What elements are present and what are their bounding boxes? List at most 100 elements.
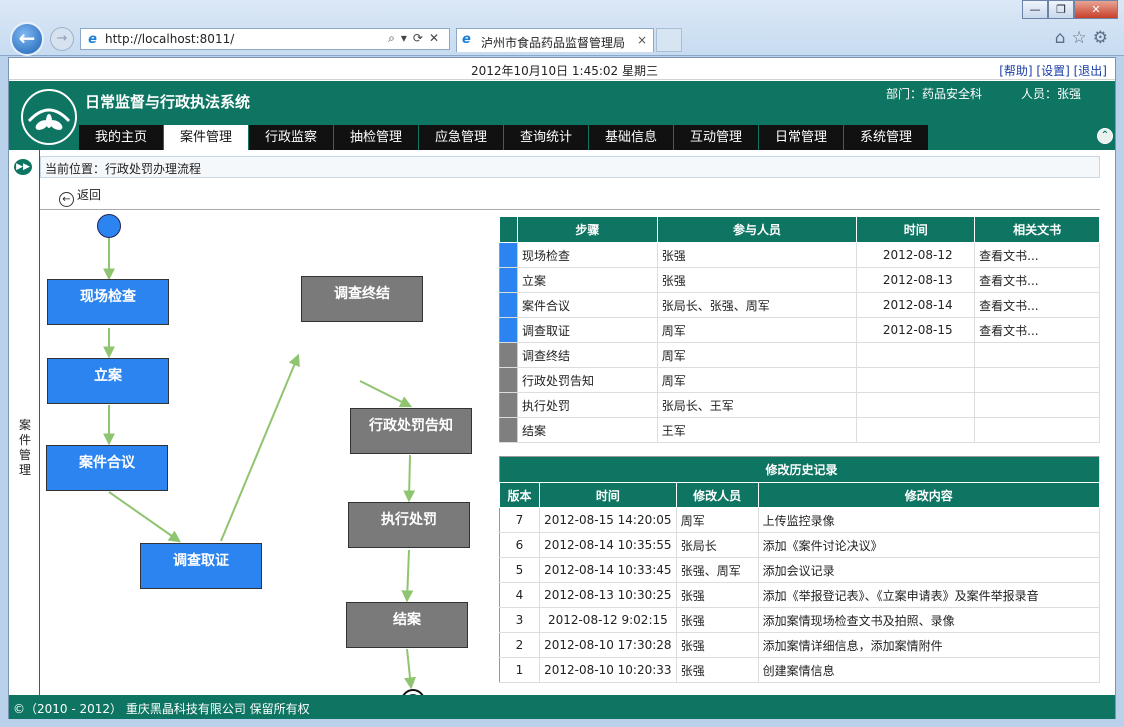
home-star-gear-icons[interactable]: ⌂☆⚙: [1055, 28, 1114, 48]
step-name: 行政处罚告知: [517, 367, 658, 393]
menu-item-interaction[interactable]: 互动管理: [674, 125, 758, 150]
step-doc: [974, 367, 1100, 393]
history-version: 1: [499, 657, 540, 683]
table-row: 案件合议 张局长、张强、周军 2012-08-14 查看文书...: [499, 292, 1100, 318]
history-user: 张强: [676, 632, 759, 658]
minimize-button[interactable]: —: [1022, 0, 1048, 19]
view-doc-link[interactable]: 查看文书...: [974, 267, 1100, 293]
status-marker: [499, 367, 518, 393]
step-name: 结案: [517, 417, 658, 443]
flow-node-inspection[interactable]: 现场检查: [47, 279, 169, 325]
history-time: 2012-08-10 10:20:33: [539, 657, 677, 683]
help-link[interactable]: [帮助]: [999, 64, 1032, 78]
step-doc: [974, 392, 1100, 418]
flow-node-execution[interactable]: 执行处罚: [348, 502, 470, 548]
menu-item-home[interactable]: 我的主页: [79, 125, 163, 150]
address-bar[interactable]: e http://localhost:8011/ ⌕▾⟳✕: [80, 28, 450, 50]
steps-header-time: 时间: [856, 216, 976, 243]
forward-arrow-icon[interactable]: →: [50, 27, 74, 51]
table-row: 6 2012-08-14 10:35:55 张局长 添加《案件讨论决议》: [499, 532, 1101, 558]
collapse-up-icon[interactable]: ⌃: [1097, 128, 1113, 144]
view-doc-link[interactable]: 查看文书...: [974, 242, 1100, 268]
history-content: 创建案情信息: [758, 657, 1101, 683]
table-row: 调查取证 周军 2012-08-15 查看文书...: [499, 317, 1100, 343]
department-label: 部门：药品安全科: [886, 87, 983, 101]
step-name: 调查取证: [517, 317, 658, 343]
flow-node-filing[interactable]: 立案: [47, 358, 169, 404]
history-header-user: 修改人员: [675, 482, 759, 508]
menu-item-admin-supervision[interactable]: 行政监察: [249, 125, 333, 150]
table-row: 执行处罚 张局长、王军: [499, 392, 1100, 418]
view-doc-link[interactable]: 查看文书...: [974, 292, 1100, 318]
address-url[interactable]: http://localhost:8011/: [105, 32, 234, 46]
sidebar-expand-icon[interactable]: ▶▶: [14, 159, 32, 175]
flow-node-conclusion[interactable]: 调查终结: [301, 276, 423, 322]
history-user: 周军: [676, 507, 759, 533]
step-name: 执行处罚: [517, 392, 658, 418]
flow-node-evidence[interactable]: 调查取证: [140, 543, 262, 589]
status-marker: [499, 342, 518, 368]
top-links: [帮助] [设置] [退出]: [999, 62, 1107, 79]
address-tools-icon[interactable]: ⌕▾⟳✕: [388, 31, 445, 46]
flow-node-closing[interactable]: 结案: [346, 602, 468, 648]
menu-item-sampling[interactable]: 抽检管理: [334, 125, 418, 150]
step-name: 案件合议: [517, 292, 658, 318]
process-flow-diagram: 现场检查 立案 案件合议 调查取证 调查终结 行政处罚告知 执行处罚 结案: [40, 210, 500, 713]
flow-node-notice[interactable]: 行政处罚告知: [350, 408, 472, 454]
menu-item-system[interactable]: 系统管理: [844, 125, 928, 150]
table-row: 立案 张强 2012-08-13 查看文书...: [499, 267, 1100, 293]
close-window-button[interactable]: ✕: [1074, 0, 1118, 19]
browser-chrome: — ❐ ✕ ← → e http://localhost:8011/ ⌕▾⟳✕ …: [0, 0, 1124, 56]
view-doc-link[interactable]: 查看文书...: [974, 317, 1100, 343]
step-people: 周军: [657, 367, 858, 393]
history-table: 修改历史记录 版本 时间 修改人员 修改内容 7 2012-08-15 14:2…: [499, 456, 1101, 683]
menu-item-basic-info[interactable]: 基础信息: [589, 125, 673, 150]
history-time: 2012-08-10 17:30:28: [539, 632, 677, 658]
browser-tab[interactable]: e 泸州市食品药品监督管理局 ×: [456, 28, 654, 52]
flow-node-deliberation[interactable]: 案件合议: [46, 445, 168, 491]
ie-tab-icon: e: [462, 32, 471, 47]
ie-logo-icon: e: [88, 32, 97, 47]
step-time: [856, 417, 976, 443]
new-tab-button[interactable]: [656, 28, 682, 52]
step-people: 张局长、王军: [657, 392, 858, 418]
step-time: [856, 392, 976, 418]
history-caption: 修改历史记录: [499, 456, 1100, 483]
menu-item-emergency[interactable]: 应急管理: [419, 125, 503, 150]
settings-link[interactable]: [设置]: [1036, 64, 1069, 78]
history-user: 张强: [676, 607, 759, 633]
step-people: 周军: [657, 342, 858, 368]
steps-header-step: 步骤: [516, 216, 658, 243]
date-bar: 2012年10月10日 1:45:02 星期三 [帮助] [设置] [退出]: [9, 58, 1115, 80]
history-version: 7: [499, 507, 540, 533]
status-marker: [499, 417, 518, 443]
step-people: 张强: [657, 267, 858, 293]
status-marker: [499, 267, 518, 293]
back-circle-icon: ←: [59, 192, 74, 207]
back-arrow-icon[interactable]: ←: [10, 22, 44, 56]
step-time: [856, 342, 976, 368]
menu-item-query[interactable]: 查询统计: [504, 125, 588, 150]
table-row: 4 2012-08-13 10:30:25 张强 添加《举报登记表》、《立案申请…: [499, 582, 1101, 608]
menu-item-daily[interactable]: 日常管理: [759, 125, 843, 150]
table-row: 5 2012-08-14 10:33:45 张强、周军 添加会议记录: [499, 557, 1101, 583]
step-name: 现场检查: [517, 242, 658, 268]
back-button[interactable]: ← 返回: [59, 186, 101, 207]
sidebar-label: 案件管理: [18, 418, 31, 477]
back-label: 返回: [77, 188, 102, 202]
step-doc: [974, 417, 1100, 443]
logout-link[interactable]: [退出]: [1074, 64, 1107, 78]
tab-close-icon[interactable]: ×: [637, 33, 647, 47]
restore-button[interactable]: ❐: [1048, 0, 1074, 19]
menu-item-case[interactable]: 案件管理: [164, 125, 248, 150]
step-time: 2012-08-12: [856, 242, 976, 268]
history-user: 张强: [676, 582, 759, 608]
flow-start-node: [97, 214, 121, 238]
current-datetime: 2012年10月10日 1:45:02 星期三: [471, 64, 658, 78]
breadcrumb-text: 当前位置：行政处罚办理流程: [45, 162, 202, 176]
table-row: 结案 王军: [499, 417, 1100, 443]
footer: ©（2010 - 2012） 重庆黑晶科技有限公司 保留所有权: [9, 695, 1115, 719]
window-controls: — ❐ ✕: [1022, 0, 1118, 19]
table-row: 2 2012-08-10 17:30:28 张强 添加案情详细信息，添加案情附件: [499, 632, 1101, 658]
main-menu: 我的主页 案件管理 行政监察 抽检管理 应急管理 查询统计 基础信息 互动管理 …: [79, 125, 928, 150]
